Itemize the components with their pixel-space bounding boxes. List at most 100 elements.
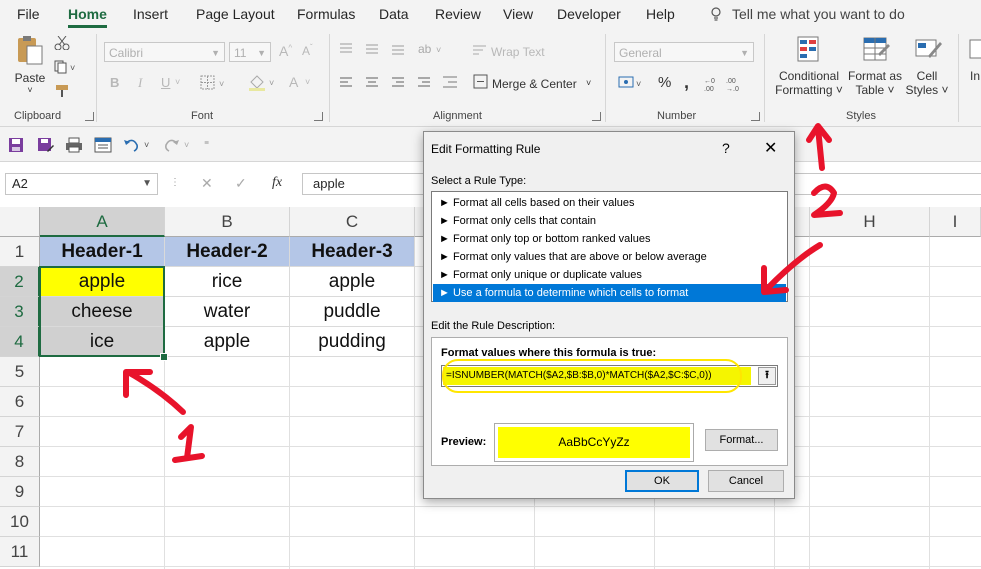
percent-icon[interactable]: % — [658, 74, 671, 91]
row-header-2[interactable]: 2 — [0, 267, 40, 297]
select-all-corner[interactable] — [0, 207, 40, 237]
accounting-format-icon[interactable]: ˅ — [618, 74, 644, 92]
save-icon[interactable] — [8, 137, 24, 153]
indent-icon[interactable] — [443, 74, 465, 92]
rule-type-item[interactable]: ► Format all cells based on their values — [433, 194, 786, 212]
print-preview-icon[interactable] — [94, 137, 112, 153]
number-launcher-icon[interactable] — [751, 112, 760, 121]
cell-c4[interactable]: pudding — [290, 327, 415, 357]
font-color-icon[interactable]: A — [289, 74, 298, 90]
borders-icon[interactable]: ˅ — [200, 75, 228, 91]
format-button[interactable]: Format... — [705, 429, 778, 451]
font-launcher-icon[interactable] — [314, 112, 323, 121]
column-header-h[interactable]: H — [810, 207, 930, 237]
clipboard-launcher-icon[interactable] — [85, 112, 94, 121]
tab-home[interactable]: Home — [68, 6, 107, 28]
ok-button[interactable]: OK — [625, 470, 699, 492]
column-header-a[interactable]: A — [40, 207, 165, 237]
tab-insert[interactable]: Insert — [133, 6, 168, 22]
cell-c1[interactable]: Header-3 — [290, 237, 415, 267]
column-header-b[interactable]: B — [165, 207, 290, 237]
row-header-7[interactable]: 7 — [0, 417, 40, 447]
font-size-combo[interactable]: 11 ▼ — [229, 42, 271, 62]
cancel-formula-icon[interactable]: ✕ — [201, 175, 213, 192]
wrap-text-button[interactable]: Wrap Text — [491, 45, 545, 59]
close-icon[interactable]: ✕ — [764, 138, 777, 158]
tab-help[interactable]: Help — [646, 6, 675, 22]
cell-a1[interactable]: Header-1 — [40, 237, 165, 267]
format-as-table-button[interactable]: Format as Table ˅ — [846, 34, 904, 106]
merge-center-button[interactable]: Merge & Center — [492, 77, 577, 91]
font-name-combo[interactable]: Calibri ▼ — [104, 42, 225, 62]
enter-formula-icon[interactable]: ✓ — [235, 175, 247, 192]
alignment-launcher-icon[interactable] — [592, 112, 601, 121]
paste-button[interactable]: Paste ˅ — [10, 34, 50, 100]
number-format-combo[interactable]: General ▼ — [614, 42, 754, 62]
decimal-icons[interactable]: ←0.00.00→.0 — [704, 74, 748, 92]
row-header-8[interactable]: 8 — [0, 447, 40, 477]
format-painter-icon[interactable] — [54, 84, 70, 98]
italic-icon[interactable]: I — [138, 75, 142, 91]
cut-icon[interactable] — [54, 36, 70, 50]
insert-function-icon[interactable]: fx — [272, 175, 282, 191]
row-header-10[interactable]: 10 — [0, 507, 40, 537]
name-box[interactable]: A2 ▼ — [5, 173, 158, 195]
horizontal-align-icons[interactable] — [340, 76, 450, 90]
customize-qat-icon[interactable]: ₌ — [204, 136, 209, 147]
tell-me-search[interactable]: Tell me what you want to do — [710, 6, 905, 22]
fill-handle[interactable] — [160, 353, 168, 361]
rule-type-list[interactable]: ► Format all cells based on their values… — [431, 191, 788, 302]
comma-style-icon[interactable]: , — [684, 72, 689, 93]
column-header-c[interactable]: C — [290, 207, 415, 237]
underline-icon[interactable]: U — [161, 75, 170, 90]
rule-type-item[interactable]: ► Format only top or bottom ranked value… — [433, 230, 786, 248]
cancel-button[interactable]: Cancel — [708, 470, 784, 492]
row-header-11[interactable]: 11 — [0, 537, 40, 567]
tab-page-layout[interactable]: Page Layout — [196, 6, 275, 22]
tab-formulas[interactable]: Formulas — [297, 6, 355, 22]
row-header-3[interactable]: 3 — [0, 297, 40, 327]
tab-review[interactable]: Review — [435, 6, 481, 22]
cell-a2[interactable]: apple — [40, 267, 165, 297]
copy-icon[interactable]: ˅ — [54, 60, 78, 74]
rule-type-item[interactable]: ► Format only unique or duplicate values — [433, 266, 786, 284]
redo-icon[interactable]: ˅ — [163, 137, 193, 153]
cell-b4[interactable]: apple — [165, 327, 290, 357]
vertical-align-icons[interactable] — [340, 42, 420, 56]
merge-center-icon[interactable] — [473, 74, 489, 90]
cell-a4[interactable]: ice — [40, 327, 165, 357]
row-header-1[interactable]: 1 — [0, 237, 40, 267]
wrap-text-icon[interactable] — [473, 43, 489, 57]
cell-c3[interactable]: puddle — [290, 297, 415, 327]
rule-type-item[interactable]: ► Format only cells that contain — [433, 212, 786, 230]
print-icon[interactable] — [65, 137, 83, 153]
save-as-icon[interactable] — [37, 137, 55, 153]
increase-font-icon[interactable]: A^ — [279, 43, 292, 59]
cell-c2[interactable]: apple — [290, 267, 415, 297]
row-header-4[interactable]: 4 — [0, 327, 40, 357]
bold-icon[interactable]: B — [110, 75, 119, 90]
tab-view[interactable]: View — [503, 6, 533, 22]
rule-type-item-selected[interactable]: ► Use a formula to determine which cells… — [433, 284, 786, 302]
undo-icon[interactable]: ˅ — [123, 137, 153, 153]
rule-type-item[interactable]: ► Format only values that are above or b… — [433, 248, 786, 266]
row-header-6[interactable]: 6 — [0, 387, 40, 417]
tab-file[interactable]: File — [17, 6, 40, 22]
row-header-5[interactable]: 5 — [0, 357, 40, 387]
help-button[interactable]: ? — [722, 140, 730, 156]
decrease-font-icon[interactable]: Aˇ — [302, 43, 313, 58]
row-header-9[interactable]: 9 — [0, 477, 40, 507]
orientation-icon[interactable]: ab ˅ — [418, 40, 446, 58]
fill-color-icon[interactable]: ˅ — [247, 73, 277, 91]
cell-b1[interactable]: Header-2 — [165, 237, 290, 267]
conditional-formatting-button[interactable]: Conditional Formatting ˅ — [772, 34, 846, 106]
tab-developer[interactable]: Developer — [557, 6, 621, 22]
cell-b2[interactable]: rice — [165, 267, 290, 297]
formula-field[interactable]: =ISNUMBER(MATCH($A2,$B:$B,0)*MATCH($A2,$… — [441, 365, 778, 387]
cell-styles-button[interactable]: Cell Styles ˅ — [903, 34, 951, 106]
cell-a3[interactable]: cheese — [40, 297, 165, 327]
collapse-dialog-icon[interactable]: ⭱ — [758, 367, 776, 385]
tab-data[interactable]: Data — [379, 6, 409, 22]
column-header-i[interactable]: I — [930, 207, 981, 237]
insert-cells-button[interactable]: In — [964, 34, 981, 106]
